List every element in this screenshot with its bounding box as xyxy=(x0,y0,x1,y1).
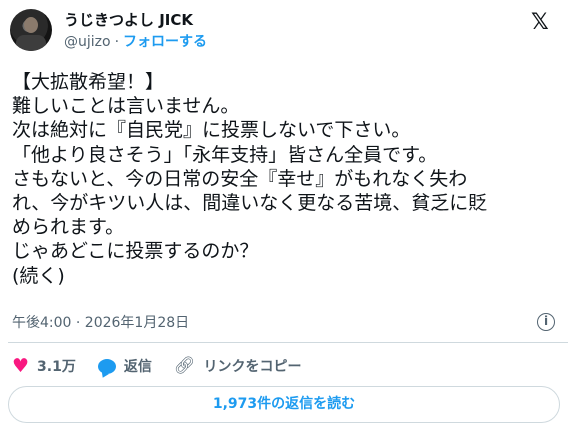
follow-button[interactable]: フォローする xyxy=(123,34,207,50)
reply-bubble-icon xyxy=(97,358,116,374)
avatar-shirt xyxy=(16,35,46,51)
divider xyxy=(8,342,568,343)
author-handle[interactable]: @ujizo xyxy=(64,34,111,50)
tweet-card: うじきつよし JICK @ujizo · フォローする 𝕏 【大拡散希望！】 難しい… xyxy=(0,0,576,430)
reply-button[interactable]: 返信 xyxy=(97,356,152,376)
author-handle-row: @ujizo · フォローする xyxy=(64,33,207,51)
author-display-name[interactable]: うじきつよし JICK xyxy=(64,10,193,30)
like-count: 3.1万 xyxy=(37,359,76,375)
copy-link-label: リンクをコピー xyxy=(203,359,302,375)
tweet-text: 【大拡散希望！】 難しいことは言いません。 次は絶対に『自民党』に投票しないで下… xyxy=(12,71,488,287)
avatar[interactable] xyxy=(10,9,52,51)
read-replies-button[interactable]: 1,973件の返信を読む xyxy=(8,386,560,423)
copy-link-button[interactable]: 🔗︎ リンクをコピー xyxy=(174,356,302,376)
tweet-timestamp[interactable]: 午後4:00 · 2026年1月28日 xyxy=(12,314,189,332)
action-bar: ♥ 3.1万 返信 🔗︎ リンクをコピー xyxy=(12,355,323,377)
heart-icon: ♥ xyxy=(12,354,30,377)
link-icon: 🔗︎ xyxy=(173,356,196,376)
separator-dot: · xyxy=(114,34,120,50)
avatar-face xyxy=(24,17,38,33)
reply-label: 返信 xyxy=(123,359,152,375)
info-icon[interactable]: i xyxy=(537,313,555,331)
like-button[interactable]: ♥ 3.1万 xyxy=(12,356,76,376)
x-logo-icon[interactable]: 𝕏 xyxy=(531,11,549,35)
